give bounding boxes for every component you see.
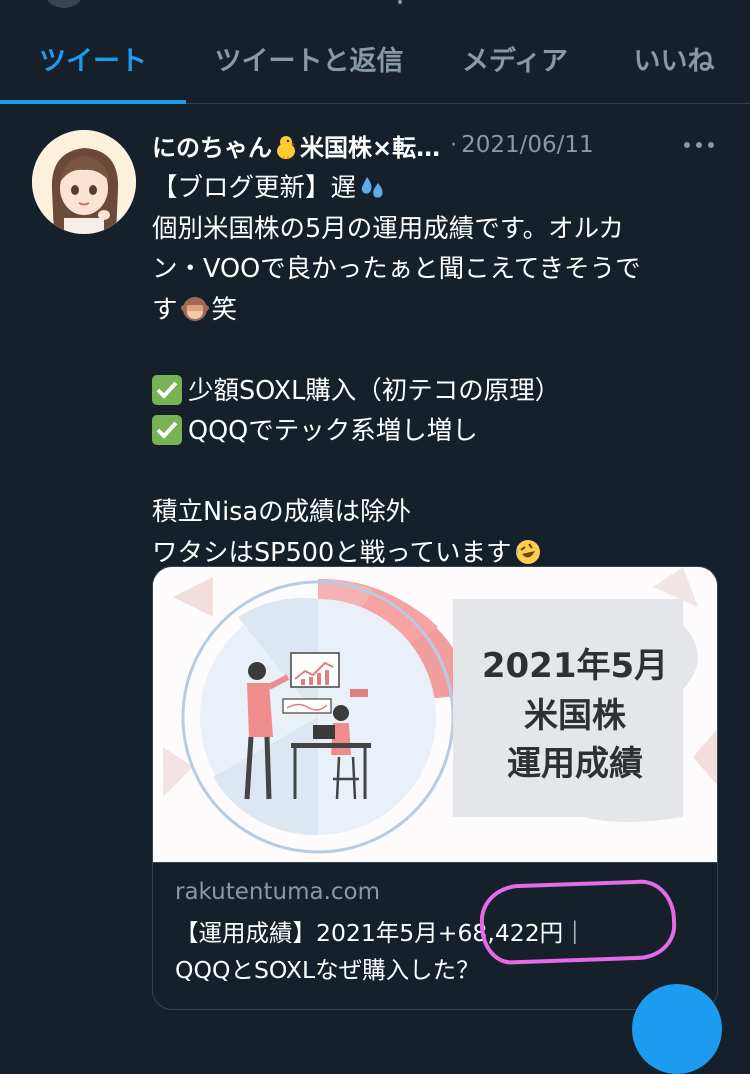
check-mark-button-icon <box>152 374 182 405</box>
tweet-line-text: す <box>152 294 178 325</box>
tab-tweets-and-replies-label: ツイートと返信 <box>214 46 404 77</box>
check-mark-button-icon <box>152 415 182 445</box>
tweet-line: 【ブログ更新】遅 <box>152 168 722 209</box>
rolling-on-floor-laughing-icon <box>514 538 542 566</box>
hand-drawn-highlight-circle <box>478 878 678 966</box>
tab-media[interactable]: メディア <box>432 14 598 103</box>
tweet-line-text: 積立Nisaの成績は除外 <box>152 497 412 527</box>
tweet-line: す笑 <box>152 290 722 331</box>
more-options-icon[interactable] <box>684 134 714 154</box>
tab-tweets-and-replies[interactable]: ツイートと返信 <box>186 14 432 103</box>
tweet-line: QQQでテック系増し増し <box>152 411 722 452</box>
active-tab-indicator <box>0 100 186 104</box>
tweet-line: 積立Nisaの成績は除外 <box>152 492 722 533</box>
tweet-line: ン・VOOで良かったぁと聞こえてきそうで <box>152 249 722 290</box>
tweet-line: 個別米国株の5月の運用成績です。オルカ <box>152 209 722 250</box>
thumbnail-title-line1: 2021年5月 <box>482 646 668 686</box>
tab-tweets-label: ツイート <box>39 46 147 77</box>
top-strip <box>0 0 750 14</box>
thumbnail-title-line2: 米国株 <box>524 696 627 736</box>
sweat-droplets-icon <box>359 173 387 201</box>
profile-tabs: ツイート ツイートと返信 メディア いいね <box>0 14 750 104</box>
thumbnail-title-line3: 運用成績 <box>507 744 643 784</box>
tab-likes-label: いいね <box>633 46 715 77</box>
tweet-line-text: ワタシはSP500と戦っています <box>152 537 512 568</box>
display-name-rest[interactable]: 米国株×転… <box>300 128 440 163</box>
tab-tweets[interactable]: ツイート <box>0 14 186 104</box>
tweet-line: 少額SOXL購入（初テコの原理） <box>152 371 722 412</box>
display-name[interactable]: にのちゃん <box>152 128 272 163</box>
tweet-line-text: 笑 <box>211 294 238 325</box>
tweet-line-text: 【ブログ更新】遅 <box>152 173 357 203</box>
avatar-illustration <box>32 130 136 234</box>
tab-media-label: メディア <box>461 46 569 77</box>
tweet-date[interactable]: 2021/06/11 <box>461 132 594 158</box>
tweet-line-text: QQQでテック系増し増し <box>188 416 478 446</box>
link-card-image[interactable]: 2021年5月 米国株 運用成績 <box>153 567 717 862</box>
see-no-evil-monkey-icon <box>180 295 209 323</box>
tab-likes[interactable]: いいね <box>598 14 750 103</box>
baby-chick-icon <box>274 134 298 160</box>
link-card-domain: rakutentuma.com <box>175 879 381 905</box>
tweet-header: にのちゃん 米国株×転… · 2021/06/11 <box>152 124 732 166</box>
tweet-text: 【ブログ更新】遅 個別米国株の5月の運用成績です。オルカ ン・VOOで良かったぁ… <box>152 168 722 573</box>
header-dot <box>398 0 402 4</box>
blog-thumbnail-illustration: 2021年5月 米国株 運用成績 <box>153 567 717 862</box>
avatar[interactable] <box>32 130 136 234</box>
profile-header-avatar-edge <box>44 0 84 8</box>
tweet-line-text: ン・VOOで良かったぁと聞こえてきそうで <box>152 254 641 284</box>
header-separator: · <box>450 132 458 158</box>
tweet-line-text: 個別米国株の5月の運用成績です。オルカ <box>152 213 624 244</box>
compose-tweet-button[interactable] <box>632 984 722 1074</box>
tweet-line-text: 少額SOXL購入（初テコの原理） <box>188 375 561 406</box>
